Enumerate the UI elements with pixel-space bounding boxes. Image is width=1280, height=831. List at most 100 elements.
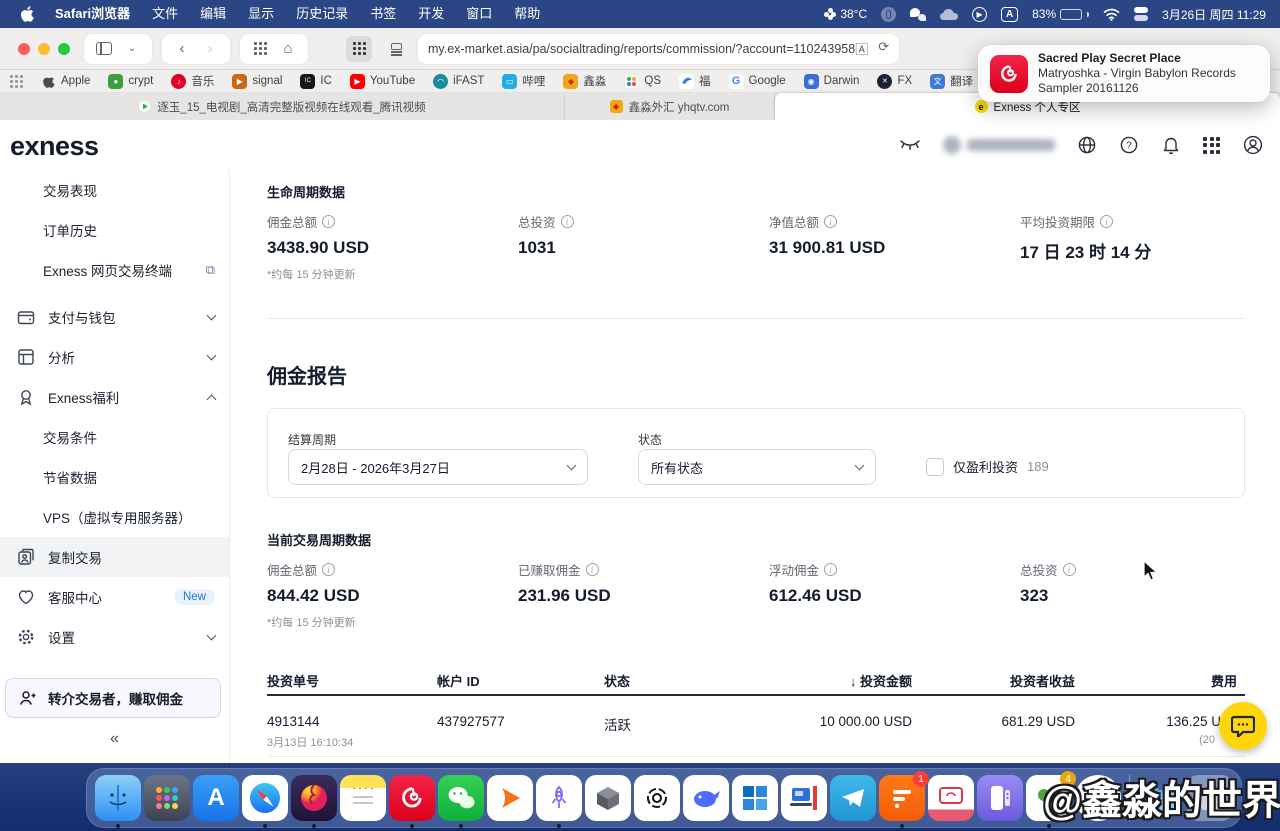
- dock-launchpad-icon[interactable]: [144, 775, 190, 821]
- wifi-menu-icon[interactable]: [1103, 8, 1120, 21]
- dock-follow-icon[interactable]: 1: [879, 775, 925, 821]
- menu-file[interactable]: 文件: [141, 0, 189, 28]
- collapse-sidebar-button[interactable]: «: [0, 730, 229, 748]
- dock-notes-icon[interactable]: [340, 775, 386, 821]
- info-icon[interactable]: i: [322, 563, 335, 576]
- favorite-bilibili[interactable]: ▭哔哩: [502, 73, 545, 89]
- dock-video-player-icon[interactable]: [487, 775, 533, 821]
- dock-appstore-icon[interactable]: A: [193, 775, 239, 821]
- forward-button[interactable]: ›: [196, 35, 224, 63]
- profitable-only-checkbox-row[interactable]: 仅盈利投资 189: [926, 457, 1049, 476]
- favorites-grid-icon[interactable]: [10, 75, 23, 88]
- sidebar-item-support[interactable]: 客服中心 New: [0, 577, 229, 617]
- reader-view-button[interactable]: [382, 35, 410, 63]
- dock-deepseek-icon[interactable]: [683, 775, 729, 821]
- col-status[interactable]: 状态: [604, 671, 630, 690]
- notification-banner[interactable]: Sacred Play Secret Place Matryoshka - Vi…: [978, 45, 1270, 102]
- minimize-window-button[interactable]: [38, 43, 50, 55]
- notifications-bell-icon[interactable]: [1161, 135, 1181, 155]
- tab-xinmiao-forex[interactable]: ◆ 鑫淼外汇 yhqtv.com: [565, 93, 775, 120]
- wechat-menu-icon[interactable]: [910, 8, 926, 21]
- favorite-youtube[interactable]: ▶YouTube: [350, 74, 415, 89]
- sidebar-item-vps[interactable]: VPS（虚拟专用服务器）: [0, 497, 229, 537]
- apps-grid-icon[interactable]: [1203, 137, 1220, 154]
- zoom-window-button[interactable]: [58, 43, 70, 55]
- dock-phone-mirror-icon[interactable]: [977, 775, 1023, 821]
- dock-wechat-icon[interactable]: [438, 775, 484, 821]
- menu-develop[interactable]: 开发: [407, 0, 455, 28]
- refer-traders-button[interactable]: 转介交易者，赚取佣金: [5, 678, 221, 718]
- language-globe-icon[interactable]: [1077, 135, 1097, 155]
- dock-archive-box-icon[interactable]: [585, 775, 631, 821]
- favorite-music[interactable]: ♪音乐: [171, 73, 214, 89]
- info-icon[interactable]: i: [1063, 563, 1076, 576]
- extension-button[interactable]: [346, 36, 372, 62]
- menu-help[interactable]: 帮助: [503, 0, 551, 28]
- tab-overview-button[interactable]: [246, 35, 274, 63]
- apple-menu-icon[interactable]: [20, 6, 34, 22]
- hide-balance-eye-icon[interactable]: [899, 139, 921, 151]
- dock-netease-music-icon[interactable]: [389, 775, 435, 821]
- battery-menu-item[interactable]: 83%: [1032, 7, 1089, 21]
- home-button[interactable]: ⌂: [274, 35, 302, 63]
- input-source-icon[interactable]: A: [1001, 7, 1018, 22]
- favorite-xinmiao[interactable]: ◆鑫淼: [563, 73, 606, 89]
- menu-window[interactable]: 窗口: [455, 0, 503, 28]
- account-info-blurred[interactable]: [943, 136, 1055, 154]
- info-icon[interactable]: i: [824, 563, 837, 576]
- dock-rocket-icon[interactable]: [536, 775, 582, 821]
- assistant-menu-icon[interactable]: [881, 7, 896, 22]
- info-icon[interactable]: i: [824, 215, 837, 228]
- info-icon[interactable]: i: [561, 215, 574, 228]
- cloud-menu-icon[interactable]: [940, 9, 958, 20]
- dock-chatgpt-icon[interactable]: [634, 775, 680, 821]
- back-button[interactable]: ‹: [168, 35, 196, 63]
- reload-icon[interactable]: ⟳: [878, 39, 889, 58]
- info-icon[interactable]: i: [322, 215, 335, 228]
- favorite-apple[interactable]: Apple: [41, 74, 90, 89]
- exness-logo[interactable]: exness: [10, 131, 99, 162]
- period-select[interactable]: 2月28日 - 2026年3月27日: [288, 449, 588, 485]
- status-select[interactable]: 所有状态: [638, 449, 876, 485]
- address-bar[interactable]: my.ex-market.asia/pa/socialtrading/repor…: [418, 34, 899, 64]
- col-fee[interactable]: 费用: [1211, 671, 1237, 690]
- sidebar-item-settings[interactable]: 设置: [0, 617, 229, 657]
- close-window-button[interactable]: [18, 43, 30, 55]
- info-icon[interactable]: i: [1100, 215, 1113, 228]
- favorite-ic[interactable]: ICIC: [300, 74, 332, 89]
- dock-safari-icon[interactable]: [242, 775, 288, 821]
- favorite-fx[interactable]: ✕FX: [877, 74, 912, 89]
- translate-icon[interactable]: 🄰: [855, 39, 868, 58]
- dock-firefox-icon[interactable]: [291, 775, 337, 821]
- help-icon[interactable]: ?: [1119, 135, 1139, 155]
- chat-widget-button[interactable]: [1219, 702, 1267, 750]
- col-amount-sorted[interactable]: ↓ 投资金额: [850, 671, 912, 690]
- checkbox[interactable]: [926, 458, 944, 476]
- sidebar-item-trading-performance[interactable]: 交易表现: [0, 170, 229, 210]
- sidebar-item-trading-conditions[interactable]: 交易条件: [0, 417, 229, 457]
- menu-bookmarks[interactable]: 书签: [359, 0, 407, 28]
- col-account-id[interactable]: 帐户 ID: [437, 671, 480, 690]
- col-order-id[interactable]: 投资单号: [267, 671, 319, 690]
- favorite-translate[interactable]: 文翻译: [930, 73, 973, 89]
- favorite-fu[interactable]: 福: [679, 73, 711, 89]
- menu-edit[interactable]: 编辑: [189, 0, 237, 28]
- sidebar-item-payments-wallet[interactable]: 支付与钱包: [0, 297, 229, 337]
- account-profile-icon[interactable]: [1242, 134, 1264, 156]
- menu-view[interactable]: 显示: [237, 0, 285, 28]
- sidebar-item-analytics[interactable]: 分析: [0, 337, 229, 377]
- sidebar-item-web-terminal[interactable]: Exness 网页交易终端⧉: [0, 250, 229, 290]
- favorite-ifast[interactable]: ◠iFAST: [433, 74, 484, 89]
- sidebar-item-order-history[interactable]: 订单历史: [0, 210, 229, 250]
- sidebar-chevron-icon[interactable]: ⌄: [118, 35, 146, 63]
- info-icon[interactable]: i: [586, 563, 599, 576]
- dock-telegram-icon[interactable]: [830, 775, 876, 821]
- control-center-icon[interactable]: [1134, 7, 1148, 21]
- dock-windows-icon[interactable]: [732, 775, 778, 821]
- favorite-signal[interactable]: ▶signal: [232, 74, 282, 89]
- sidebar-item-copy-trading[interactable]: 复制交易: [0, 537, 229, 577]
- favorite-qs[interactable]: QS: [624, 74, 661, 89]
- sidebar-toggle-button[interactable]: [90, 35, 118, 63]
- favorite-crypt[interactable]: ●crypt: [108, 74, 153, 89]
- favorite-darwin[interactable]: ◉Darwin: [804, 74, 860, 89]
